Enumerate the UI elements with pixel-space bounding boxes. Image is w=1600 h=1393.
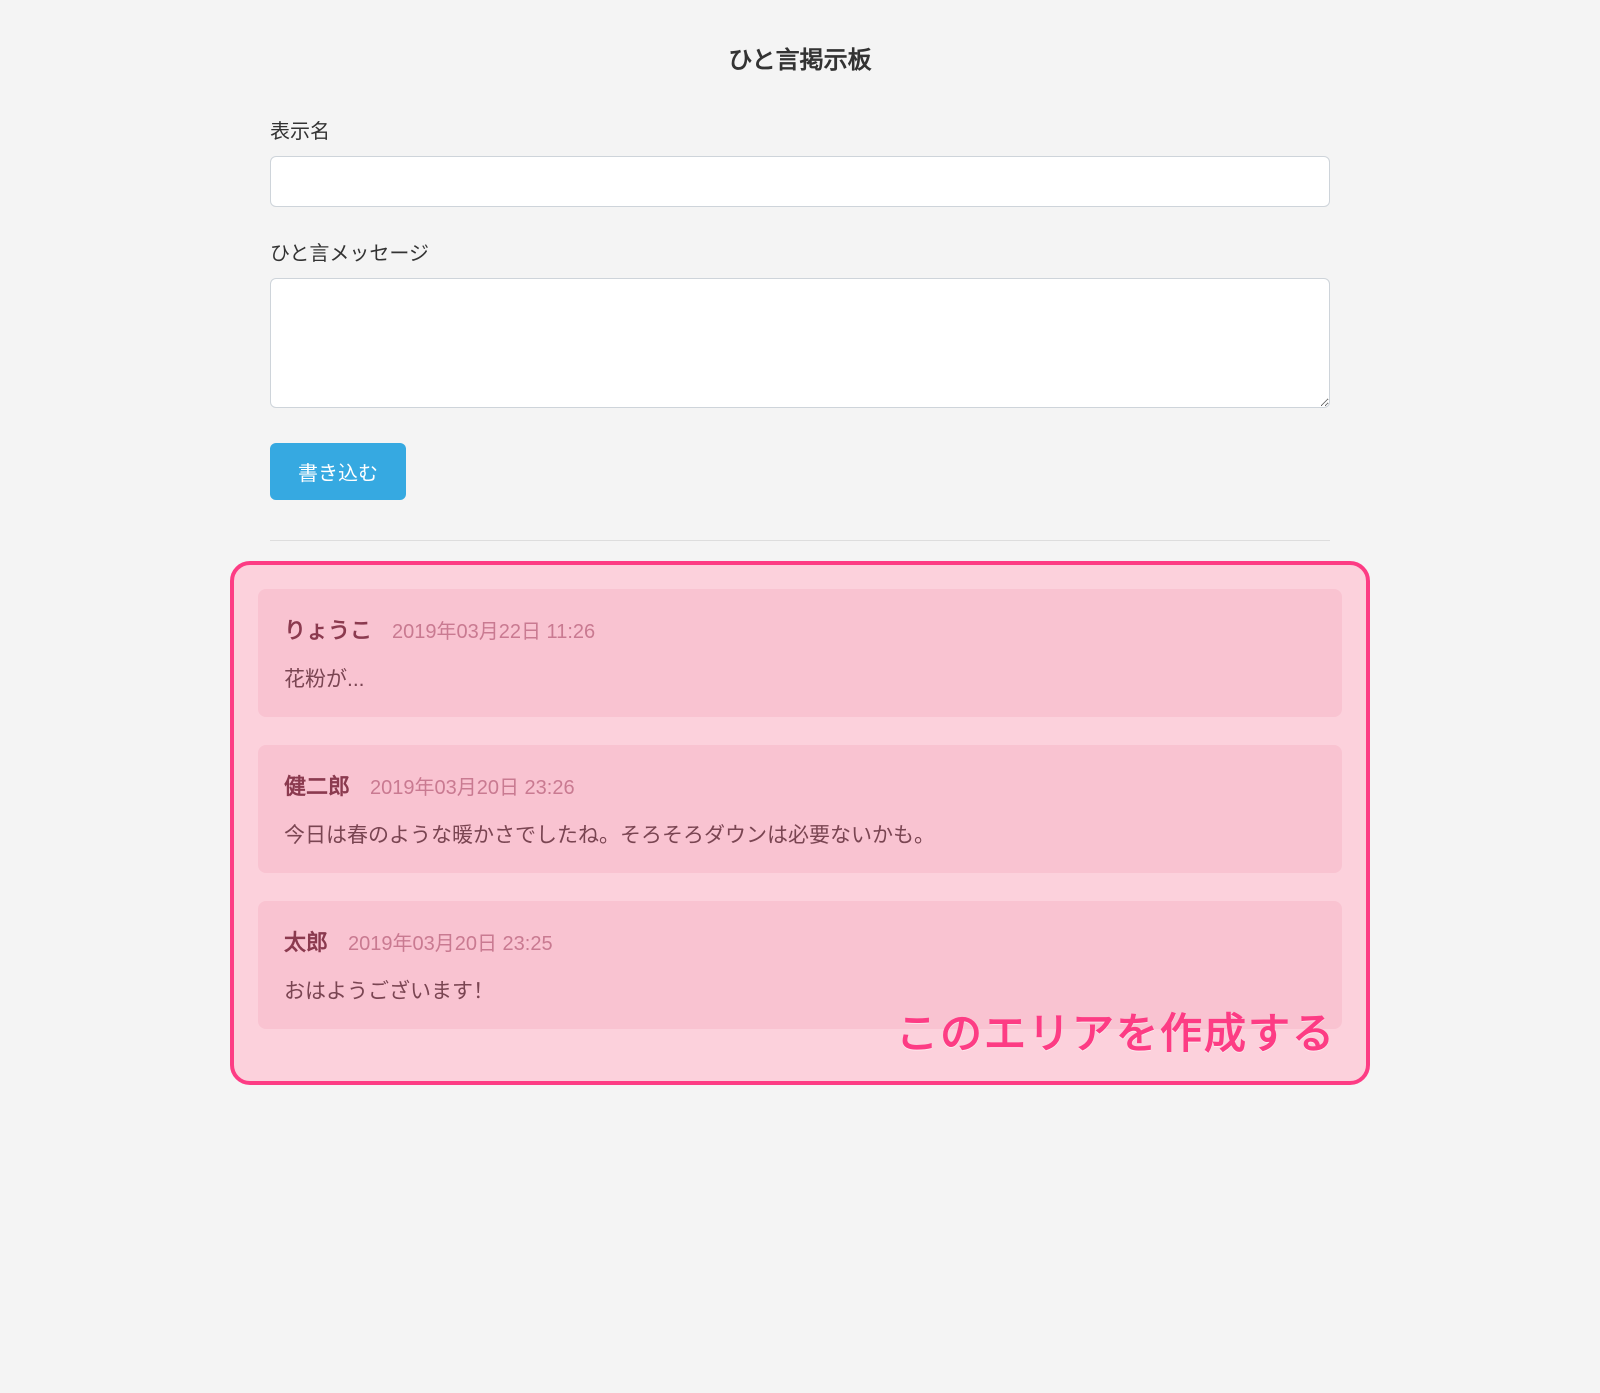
post-author: 太郎 [284,925,328,957]
display-name-input[interactable] [270,156,1330,207]
message-group: ひと言メッセージ [270,237,1330,413]
post-timestamp: 2019年03月20日 23:26 [370,771,575,800]
post-timestamp: 2019年03月22日 11:26 [392,615,595,644]
message-textarea[interactable] [270,278,1330,408]
display-name-label: 表示名 [270,115,1330,144]
post-header: りょうこ 2019年03月22日 11:26 [284,613,1316,645]
posts-highlight-area: りょうこ 2019年03月22日 11:26 花粉が... 健二郎 2019年0… [230,561,1370,1085]
post-message: 今日は春のような暖かさでしたね。そろそろダウンは必要ないかも。 [284,819,1316,849]
post-card: 健二郎 2019年03月20日 23:26 今日は春のような暖かさでしたね。そろ… [258,745,1342,873]
submit-button[interactable]: 書き込む [270,443,406,500]
display-name-group: 表示名 [270,115,1330,207]
page-title: ひと言掲示板 [270,40,1330,75]
post-author: りょうこ [284,613,372,645]
post-author: 健二郎 [284,769,350,801]
divider [270,540,1330,541]
highlight-caption: このエリアを作成する [896,1000,1336,1061]
post-message: 花粉が... [284,663,1316,693]
post-header: 健二郎 2019年03月20日 23:26 [284,769,1316,801]
post-header: 太郎 2019年03月20日 23:25 [284,925,1316,957]
post-timestamp: 2019年03月20日 23:25 [348,927,553,956]
message-label: ひと言メッセージ [270,237,1330,266]
post-card: りょうこ 2019年03月22日 11:26 花粉が... [258,589,1342,717]
